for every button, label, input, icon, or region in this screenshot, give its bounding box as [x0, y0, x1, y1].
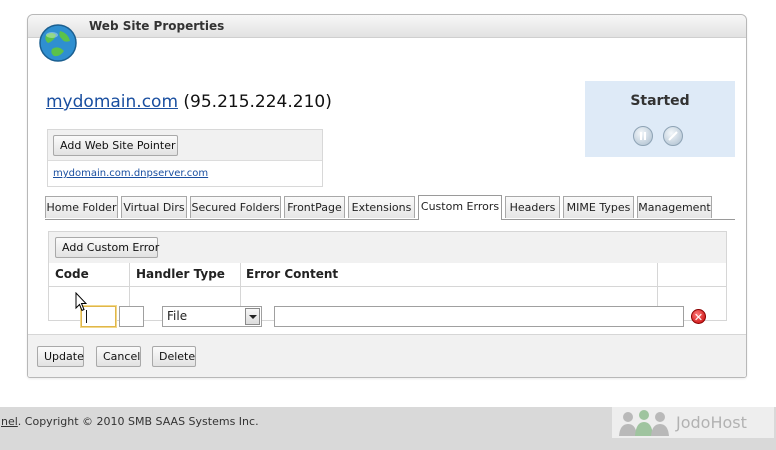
- grid-toolbar: Add Custom Error: [49, 232, 726, 264]
- handler-type-value: File: [167, 309, 188, 323]
- stop-icon[interactable]: [663, 126, 683, 146]
- column-handler-type: Handler Type: [136, 267, 225, 281]
- error-subcode-field[interactable]: [119, 306, 144, 327]
- status-panel: Started: [585, 81, 735, 157]
- footer-link[interactable]: nel: [1, 415, 18, 428]
- add-web-site-pointer-button[interactable]: Add Web Site Pointer: [53, 135, 178, 156]
- update-button[interactable]: Update: [37, 346, 84, 367]
- custom-errors-grid: Add Custom Error Code Handler Type Error…: [48, 231, 727, 327]
- action-bar: Update Cancel Delete: [28, 334, 746, 377]
- brand-logo: JodoHost: [612, 407, 774, 438]
- site-heading: mydomain.com (95.215.224.210): [46, 92, 332, 112]
- tab-headers[interactable]: Headers: [505, 196, 560, 218]
- mouse-cursor-icon: [75, 292, 87, 312]
- tab-virtual-dirs[interactable]: Virtual Dirs: [121, 196, 187, 218]
- tab-mime-types[interactable]: MIME Types: [563, 196, 634, 218]
- footer-copyright: nel. Copyright © 2010 SMB SAAS Systems I…: [1, 415, 259, 428]
- delete-button[interactable]: Delete: [152, 346, 196, 367]
- tab-custom-errors[interactable]: Custom Errors: [418, 195, 502, 220]
- globe-icon: [39, 24, 77, 62]
- panel-header: Web Site Properties: [28, 15, 746, 38]
- pointer-toolbar: Add Web Site Pointer: [48, 130, 322, 161]
- panel-title: Web Site Properties: [89, 19, 225, 33]
- tab-bar: Home Folder Virtual Dirs Secured Folders…: [45, 195, 735, 220]
- status-text: Started: [630, 93, 690, 109]
- delete-icon[interactable]: ✕: [691, 309, 706, 324]
- add-custom-error-button[interactable]: Add Custom Error: [55, 237, 159, 258]
- chevron-down-icon[interactable]: [245, 308, 260, 325]
- web-site-properties-panel: Web Site Properties mydomain.com (95.215…: [27, 14, 747, 378]
- tab-management[interactable]: Management: [637, 196, 712, 218]
- column-code: Code: [55, 267, 89, 281]
- domain-link[interactable]: mydomain.com: [46, 92, 178, 112]
- tab-extensions[interactable]: Extensions: [348, 196, 415, 218]
- web-site-pointers: Add Web Site Pointer mydomain.com.dnpser…: [47, 129, 323, 187]
- people-icon: [619, 410, 669, 436]
- error-content-field[interactable]: [274, 306, 684, 327]
- pause-icon[interactable]: [633, 126, 653, 146]
- copyright-text: . Copyright © 2010 SMB SAAS Systems Inc.: [17, 415, 259, 428]
- grid-header: Code Handler Type Error Content: [49, 263, 726, 287]
- brand-name: JodoHost: [676, 413, 747, 432]
- column-error-content: Error Content: [246, 267, 339, 281]
- cancel-button[interactable]: Cancel: [96, 346, 141, 367]
- footer: nel. Copyright © 2010 SMB SAAS Systems I…: [0, 407, 776, 450]
- tab-home-folder[interactable]: Home Folder: [45, 196, 118, 218]
- site-ip: (95.215.224.210): [183, 92, 332, 112]
- pointer-link[interactable]: mydomain.com.dnpserver.com: [53, 168, 208, 179]
- handler-type-select[interactable]: File: [162, 306, 262, 327]
- tab-secured-folders[interactable]: Secured Folders: [190, 196, 281, 218]
- tab-frontpage[interactable]: FrontPage: [284, 196, 345, 218]
